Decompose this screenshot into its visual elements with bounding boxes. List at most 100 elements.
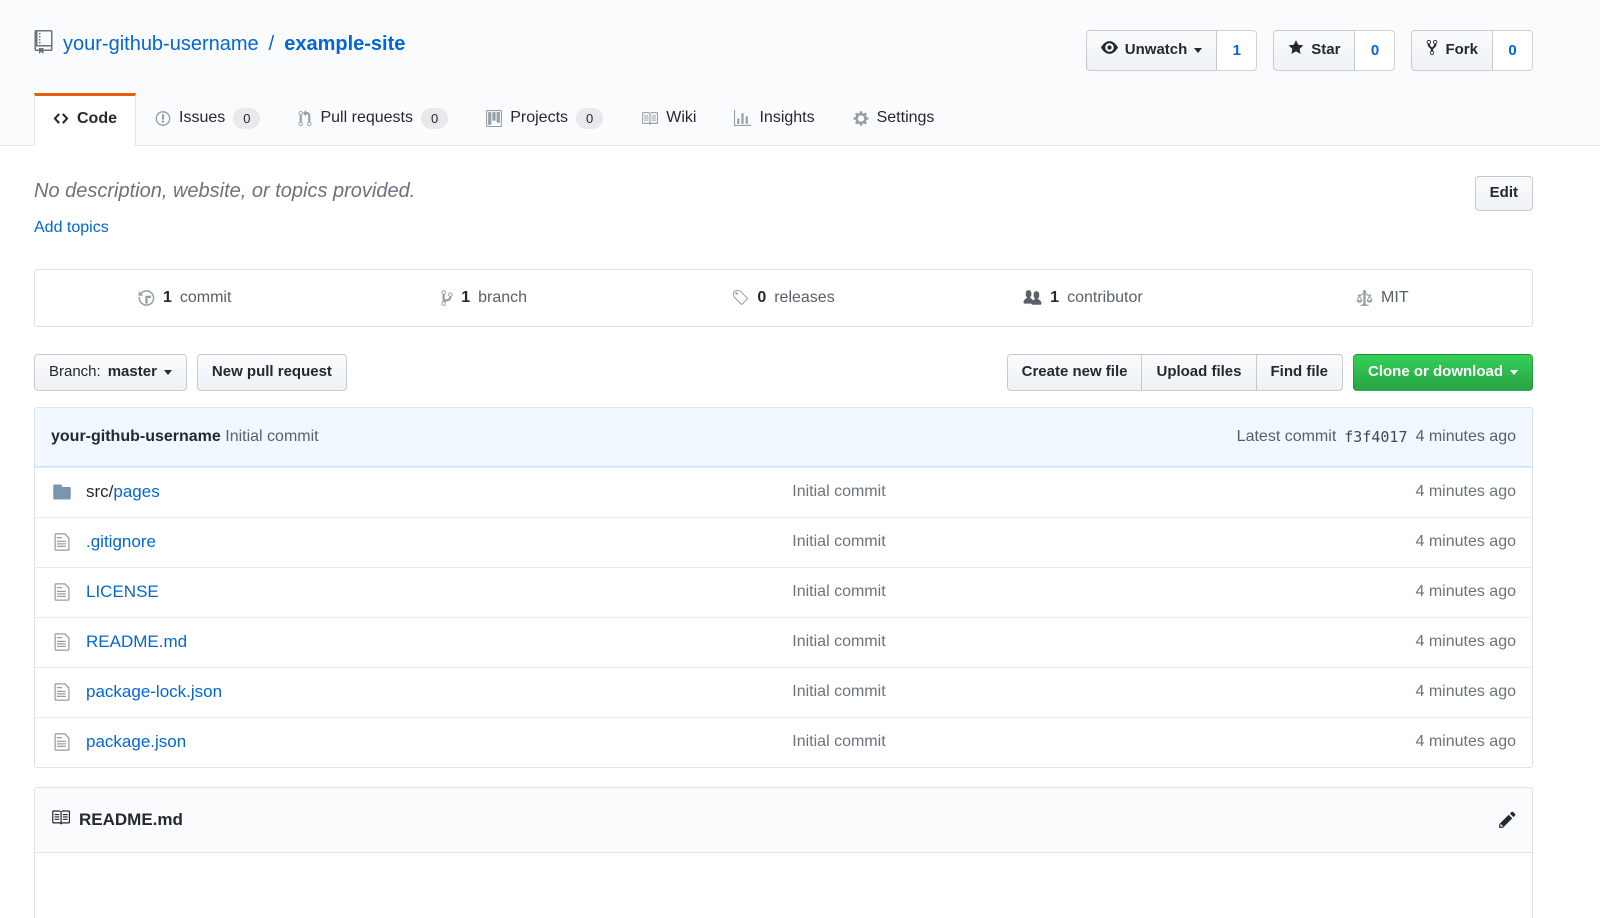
row-commit-message-link[interactable]: Initial commit [792, 583, 885, 600]
file-link[interactable]: package.json [86, 732, 186, 752]
branches-count: 1 [461, 289, 470, 307]
stargazers-count[interactable]: 0 [1355, 30, 1395, 71]
readme-section: README.md [34, 787, 1533, 918]
triangle-down-icon [164, 370, 172, 379]
commits-stat[interactable]: 1 commit [35, 270, 334, 326]
tab-issues[interactable]: Issues 0 [136, 93, 279, 145]
issue-icon [155, 110, 171, 127]
file-link[interactable]: package-lock.json [86, 682, 222, 702]
fork-button[interactable]: Fork [1411, 30, 1493, 71]
file-link[interactable]: .gitignore [86, 532, 156, 552]
table-row: README.md Initial commit 4 minutes ago [35, 617, 1532, 667]
repo-icon [34, 30, 53, 60]
file-icon [51, 682, 73, 702]
repo-owner-link[interactable]: your-github-username [63, 33, 259, 56]
social-buttons: Unwatch 1 Star 0 Fork 0 [1086, 30, 1533, 71]
clone-label: Clone or download [1368, 363, 1503, 382]
row-commit-message-link[interactable]: Initial commit [792, 533, 885, 550]
edit-description-button[interactable]: Edit [1475, 176, 1533, 211]
new-pull-request-button[interactable]: New pull request [197, 354, 347, 391]
row-age: 4 minutes ago [1286, 683, 1516, 701]
branches-stat[interactable]: 1 branch [334, 270, 633, 326]
readme-content [35, 853, 1532, 918]
add-topics-link[interactable]: Add topics [34, 219, 109, 237]
eye-icon [1101, 39, 1118, 62]
history-icon [138, 289, 155, 307]
folder-path-prefix: src/ [86, 482, 113, 501]
upload-files-button[interactable]: Upload files [1141, 354, 1256, 391]
unwatch-label: Unwatch [1125, 41, 1188, 60]
tab-projects[interactable]: Projects 0 [467, 93, 622, 145]
row-commit-message-link[interactable]: Initial commit [792, 683, 885, 700]
branch-icon [441, 289, 453, 307]
repo-title: your-github-username / example-site [34, 28, 405, 60]
contributors-label: contributor [1067, 289, 1143, 307]
table-row: .gitignore Initial commit 4 minutes ago [35, 517, 1532, 567]
file-browser: your-github-username Initial commit Late… [34, 407, 1533, 768]
file-link[interactable]: LICENSE [86, 582, 159, 602]
row-age: 4 minutes ago [1286, 733, 1516, 751]
unwatch-button[interactable]: Unwatch [1086, 30, 1218, 71]
insights-graph-icon [734, 110, 751, 127]
releases-stat[interactable]: 0 releases [634, 270, 933, 326]
create-new-file-button[interactable]: Create new file [1007, 354, 1143, 391]
pull-request-icon [298, 110, 312, 127]
forks-count[interactable]: 0 [1493, 30, 1533, 71]
commit-sha-link[interactable]: f3f4017 [1344, 428, 1407, 446]
branch-prefix-label: Branch: [49, 363, 101, 382]
commit-time: 4 minutes ago [1415, 428, 1516, 446]
pencil-icon[interactable] [1499, 810, 1516, 829]
contributors-people-icon [1023, 289, 1042, 307]
clone-or-download-button[interactable]: Clone or download [1353, 354, 1533, 391]
file-link[interactable]: pages [113, 482, 159, 501]
watchers-count[interactable]: 1 [1217, 30, 1257, 71]
contributors-stat[interactable]: 1 contributor [933, 270, 1232, 326]
fork-label: Fork [1445, 41, 1478, 60]
file-link[interactable]: README.md [86, 632, 187, 652]
file-icon [51, 632, 73, 652]
fork-icon [1426, 39, 1438, 62]
tab-wiki[interactable]: Wiki [622, 93, 715, 145]
commits-label: commit [180, 289, 232, 307]
row-commit-message-link[interactable]: Initial commit [792, 733, 885, 750]
book-open-icon [51, 808, 70, 832]
gear-icon [853, 110, 869, 127]
tab-projects-label: Projects [510, 109, 568, 127]
row-commit-message-link[interactable]: Initial commit [792, 633, 885, 650]
latest-commit-label: Latest commit [1237, 428, 1337, 446]
tab-settings-label: Settings [877, 109, 935, 127]
tab-code[interactable]: Code [34, 93, 136, 146]
tab-settings[interactable]: Settings [834, 93, 954, 145]
releases-count: 0 [757, 289, 766, 307]
readme-title: README.md [79, 810, 183, 830]
row-commit-message-link[interactable]: Initial commit [792, 483, 885, 500]
branch-select-button[interactable]: Branch: master [34, 354, 187, 391]
license-stat[interactable]: MIT [1233, 270, 1532, 326]
commit-message-link[interactable]: Initial commit [225, 428, 318, 445]
repo-path-separator: / [269, 33, 275, 56]
tag-icon [732, 289, 749, 307]
star-button[interactable]: Star [1273, 30, 1355, 71]
tab-pull-requests[interactable]: Pull requests 0 [279, 93, 467, 145]
commits-count: 1 [163, 289, 172, 307]
tab-insights[interactable]: Insights [715, 93, 833, 145]
tab-code-label: Code [77, 110, 117, 128]
issues-counter: 0 [233, 108, 260, 129]
code-icon [53, 110, 69, 127]
pull-requests-counter: 0 [421, 108, 448, 129]
file-icon [51, 582, 73, 602]
tab-issues-label: Issues [179, 109, 225, 127]
tab-pull-requests-label: Pull requests [320, 109, 413, 127]
projects-icon [486, 110, 502, 127]
projects-counter: 0 [576, 108, 603, 129]
license-label: MIT [1381, 289, 1409, 307]
tab-insights-label: Insights [759, 109, 814, 127]
law-icon [1356, 289, 1373, 307]
table-row: src/pages Initial commit 4 minutes ago [35, 467, 1532, 517]
row-age: 4 minutes ago [1286, 633, 1516, 651]
current-branch-name: master [108, 363, 157, 382]
repo-name-link[interactable]: example-site [284, 33, 405, 56]
find-file-button[interactable]: Find file [1256, 354, 1344, 391]
latest-commit-bar: your-github-username Initial commit Late… [35, 408, 1532, 467]
commit-author-link[interactable]: your-github-username [51, 428, 221, 445]
